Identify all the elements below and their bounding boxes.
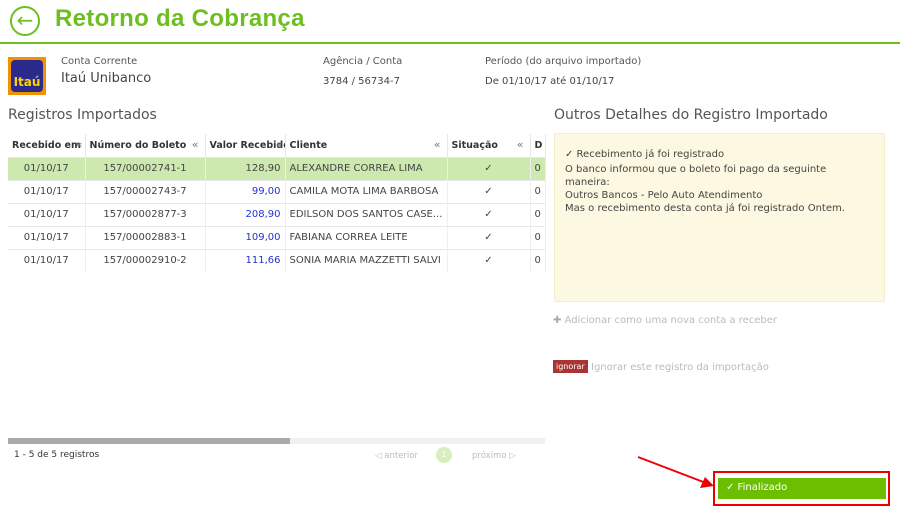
ignore-link[interactable]: Ignorar este registro da importação	[591, 362, 769, 373]
column-header[interactable]: Valor Recebido «	[205, 134, 286, 157]
collapse-icon: «	[433, 138, 441, 151]
finalizado-button[interactable]: ✓ Finalizado	[718, 478, 886, 499]
cell-situacao: ✓	[447, 225, 531, 249]
cell-d: 0	[530, 156, 546, 180]
annotation-arrow	[637, 456, 714, 488]
page-1-button[interactable]: 1	[436, 447, 452, 463]
table-row[interactable]: 01/10/17 157/00002741-1 128,90 ALEXANDRE CO…	[8, 156, 546, 180]
next-page-button[interactable]: próximo ▷	[472, 451, 516, 461]
agency-label: Agência / Conta	[323, 56, 403, 67]
cell-boleto: 157/00002877-3	[85, 202, 206, 226]
cell-date: 01/10/17	[8, 179, 86, 203]
cell-date: 01/10/17	[8, 225, 86, 249]
cell-boleto: 157/00002883-1	[85, 225, 206, 249]
cell-d: 0	[530, 179, 546, 203]
cell-boleto: 157/00002741-1	[85, 156, 206, 180]
table-row[interactable]: 01/10/17 157/00002883-1 109,00 FABIANA CORR…	[8, 225, 546, 249]
details-text: O banco informou que o boleto foi pago d…	[565, 164, 827, 188]
record-count: 1 - 5 de 5 registros	[14, 450, 100, 460]
cell-date: 01/10/17	[8, 156, 86, 180]
period-label: Período (do arquivo importado)	[485, 56, 642, 67]
column-header[interactable]: Número do Boleto «	[85, 134, 206, 157]
status-message: ✓ Recebimento já foi registrado	[565, 149, 725, 160]
details-panel: ✓ Recebimento já foi registrado O banco …	[554, 133, 885, 302]
bank-logo: Itaú	[8, 57, 46, 95]
cell-valor: 128,90	[205, 156, 286, 180]
ignore-badge[interactable]: ignorar	[553, 360, 588, 373]
cell-date: 01/10/17	[8, 202, 86, 226]
details-title: Outros Detalhes do Registro Importado	[554, 107, 828, 123]
agency-value: 3784 / 56734-7	[323, 76, 400, 87]
table-row[interactable]: 01/10/17 157/00002910-2 111,66 SONIA MARIA …	[8, 248, 546, 272]
horizontal-scrollbar[interactable]	[8, 438, 545, 444]
divider	[0, 42, 900, 44]
column-header[interactable]: Situação «	[447, 134, 531, 157]
column-header[interactable]: Cliente «	[285, 134, 448, 157]
cell-d: 0	[530, 248, 546, 272]
cell-cliente: FABIANA CORREA LEITE	[285, 225, 448, 249]
bank-name: Itaú Unibanco	[61, 71, 152, 86]
cell-valor: 208,90	[205, 202, 286, 226]
cell-valor: 109,00	[205, 225, 286, 249]
plus-icon: ✚	[553, 315, 562, 326]
account-type-label: Conta Corrente	[61, 56, 138, 67]
column-header[interactable]: D	[530, 134, 546, 157]
collapse-icon: «	[516, 138, 524, 151]
column-header[interactable]: Recebido em «	[8, 134, 86, 157]
back-button[interactable]: ←	[10, 6, 40, 36]
page-title: Retorno da Cobrança	[55, 5, 305, 32]
cell-date: 01/10/17	[8, 248, 86, 272]
arrow-left-icon: ←	[16, 8, 34, 32]
cell-d: 0	[530, 202, 546, 226]
details-text: Outros Bancos - Pelo Auto Atendimento	[565, 190, 763, 201]
cell-boleto: 157/00002910-2	[85, 248, 206, 272]
cell-d: 0	[530, 225, 546, 249]
registros-table: Recebido em « Número do Boleto « Valor Rec…	[8, 134, 546, 272]
details-text: Mas o recebimento desta conta já foi reg…	[565, 203, 845, 214]
prev-page-button[interactable]: ◁ anterior	[375, 451, 418, 461]
collapse-icon: «	[191, 138, 199, 151]
cell-situacao: ✓	[447, 156, 531, 180]
add-receivable-link[interactable]: ✚ Adicionar como uma nova conta a recebe…	[553, 315, 777, 326]
cell-situacao: ✓	[447, 202, 531, 226]
cell-cliente: SONIA MARIA MAZZETTI SALVI	[285, 248, 448, 272]
cell-situacao: ✓	[447, 248, 531, 272]
period-value: De 01/10/17 até 01/10/17	[485, 76, 615, 87]
cell-cliente: EDILSON DOS SANTOS CASE...	[285, 202, 448, 226]
cell-valor: 99,00	[205, 179, 286, 203]
cell-valor: 111,66	[205, 248, 286, 272]
cell-cliente: CAMILA MOTA LIMA BARBOSA	[285, 179, 448, 203]
cell-cliente: ALEXANDRE CORREA LIMA	[285, 156, 448, 180]
table-row[interactable]: 01/10/17 157/00002877-3 208,90 EDILSON DOS …	[8, 202, 546, 226]
scrollbar-thumb[interactable]	[8, 438, 290, 444]
registros-title: Registros Importados	[8, 107, 157, 123]
cell-boleto: 157/00002743-7	[85, 179, 206, 203]
cell-situacao: ✓	[447, 179, 531, 203]
table-row[interactable]: 01/10/17 157/00002743-7 99,00 CAMILA MOTA L…	[8, 179, 546, 203]
